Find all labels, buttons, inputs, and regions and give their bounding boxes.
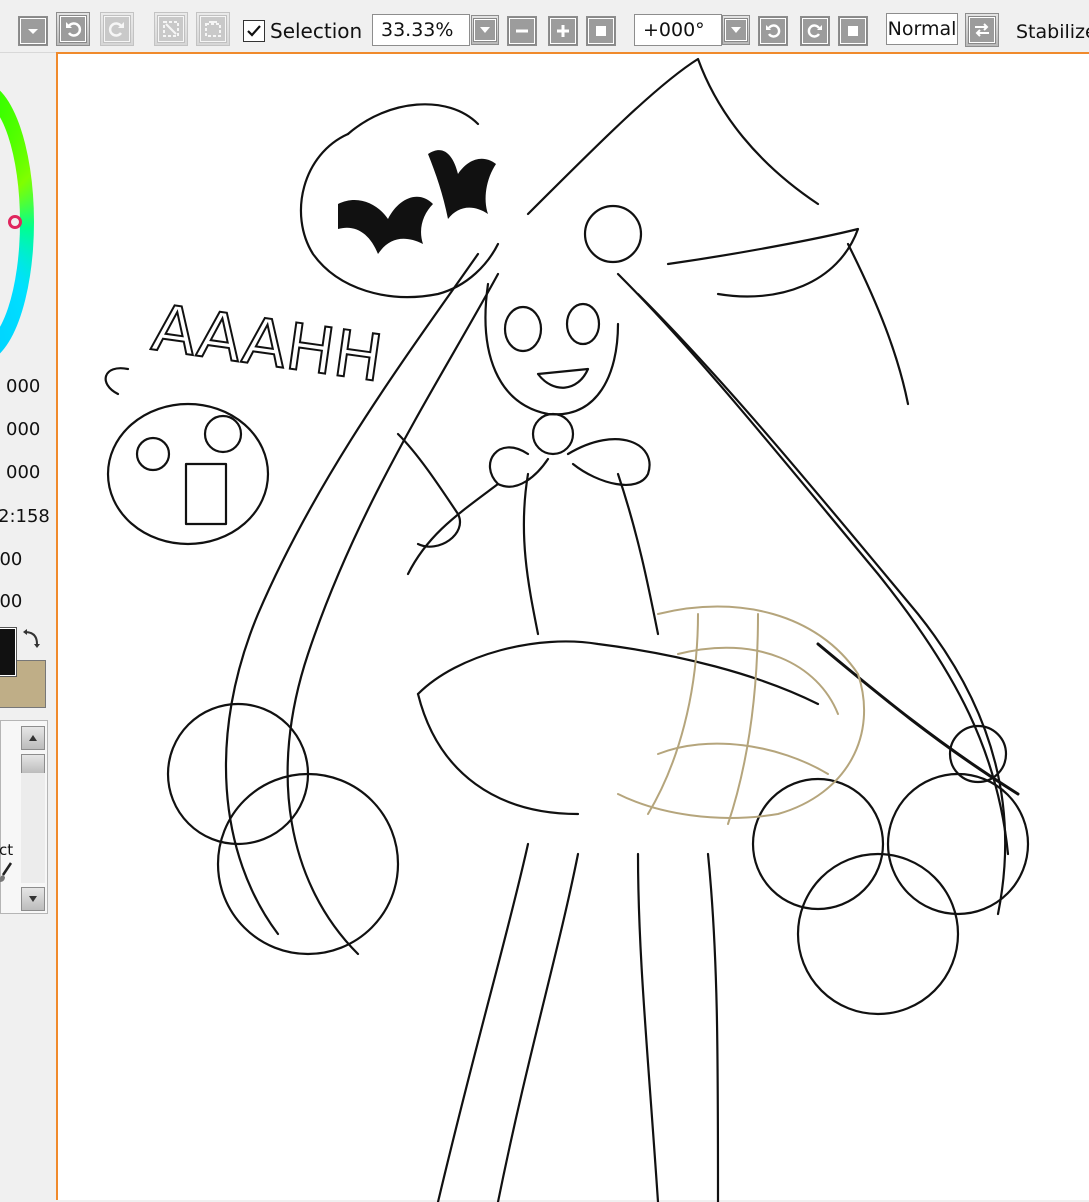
top-toolbar: Selection 33.33% +000° Normal Stabilize [0,0,1089,53]
skirt-sketch-5 [727,613,759,825]
rotation-dropdown-icon [725,19,747,41]
param-value-5: 000 [0,549,23,570]
torso-right [616,472,660,636]
skirt-sketch-2 [677,646,839,715]
hat-tip-curl [846,242,910,406]
hair-strand-3 [616,272,1010,856]
selection-toggle[interactable]: Selection [243,19,362,43]
skirt-sketch-4 [647,613,699,815]
rotate-ccw-button[interactable] [758,16,788,46]
param-value-1: 000 [6,376,41,397]
hair-strand-4 [636,292,1007,916]
rotate-reset-button[interactable] [838,16,868,46]
invert-selection-icon [200,16,226,42]
checkbox-icon[interactable] [243,20,265,42]
brush-list-panel: ct [0,720,48,914]
ghost-ear [104,367,130,396]
torso-left [522,472,540,636]
zoom-in-button[interactable] [548,16,578,46]
hat-pumpkin [583,204,643,264]
leg-left-outer [436,842,530,1202]
selection-label: Selection [270,19,363,43]
hair-curl-5 [751,777,885,911]
scroll-up-button[interactable] [21,726,45,750]
redo-button[interactable] [100,12,134,46]
drawing-canvas[interactable]: AAAHH [56,52,1089,1202]
bow-left [488,446,550,488]
leg-right-inner [636,852,660,1202]
skirt-left [416,692,580,816]
rotate-cw-button[interactable] [800,16,830,46]
mouth [536,367,590,389]
hair-curl-2 [216,772,400,956]
param-value-6: 000 [0,591,23,612]
sketch-scream-text: AAAHH [148,292,387,397]
wand [816,642,1020,796]
leg-right-outer [706,852,720,1202]
bow-right [566,438,651,486]
param-value-4: 2:158 [0,506,50,527]
zoom-field[interactable]: 33.33% [372,14,470,46]
menu-dropdown-icon [20,18,46,44]
sketch-artwork: AAAHH [104,57,1030,1202]
zoom-dropdown-icon [474,19,496,41]
color-tool-panel: 000 000 000 2:158 000 000 ct [0,52,56,1200]
hat-bat-2 [428,150,496,219]
zoom-out-button[interactable] [507,16,537,46]
zoom-out-icon [509,18,535,44]
param-value-2: 000 [6,419,41,440]
hat-bat-1 [338,196,433,254]
arm-left [406,482,500,576]
ghost-mouth [184,462,228,526]
hat-brim-top [346,103,480,136]
deselect-icon [158,16,184,42]
rotate-reset-icon [840,18,866,44]
scroll-track[interactable] [21,773,45,883]
scroll-down-button[interactable] [21,887,45,911]
hair-curl-3 [796,852,960,1016]
color-wheel-marker[interactable] [8,215,22,229]
brush-icon [0,862,13,882]
hat-brim-right [666,227,860,298]
hand-left [396,432,462,548]
leg-left-inner [496,852,580,1202]
menu-dropdown-button[interactable] [18,16,48,46]
undo-icon [60,16,86,42]
brush-label-fragment: ct [0,841,14,859]
face-outline [484,282,620,416]
eye-left [503,305,543,353]
eye-right [565,302,601,346]
hat-cone [526,57,820,216]
flip-button[interactable] [965,13,999,47]
zoom-dropdown-button[interactable] [471,15,499,45]
stabilizer-label: Stabilize [1016,21,1089,43]
ghost-eye-right [203,414,243,454]
zoom-in-icon [550,18,576,44]
invert-selection-button[interactable] [196,12,230,46]
blend-mode-select[interactable]: Normal [886,13,958,45]
zoom-reset-button[interactable] [586,16,616,46]
collar-pumpkin [531,412,575,456]
scroll-thumb[interactable] [21,754,45,774]
undo-button[interactable] [56,12,90,46]
rotation-dropdown-button[interactable] [722,15,750,45]
swap-colors-icon[interactable] [22,628,40,655]
redo-icon [104,16,130,42]
rotate-cw-icon [802,18,828,44]
ghost-eye-left [135,436,171,472]
param-value-3: 000 [6,462,41,483]
zoom-reset-icon [588,18,614,44]
skirt-sketch-1 [617,605,866,819]
flip-icon [969,17,995,43]
primary-color-swatch[interactable] [0,628,16,676]
deselect-button[interactable] [154,12,188,46]
rotation-field[interactable]: +000° [634,14,722,46]
rotate-ccw-icon [760,18,786,44]
